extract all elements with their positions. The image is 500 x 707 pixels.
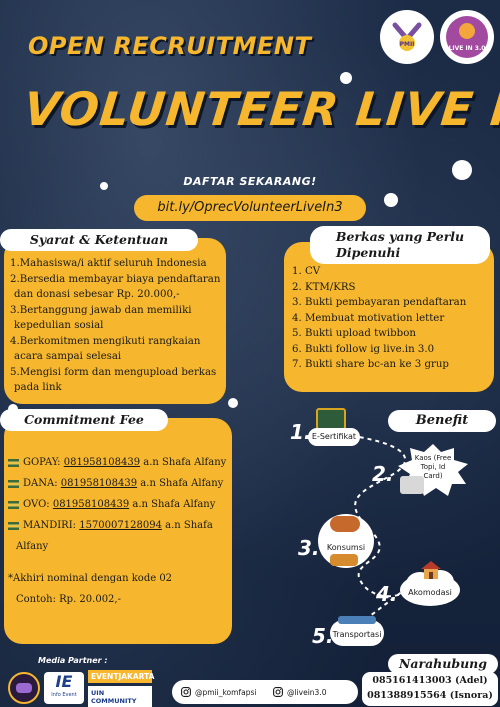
fee-gopay-label: GOPAY: <box>23 457 64 468</box>
indonesia-flag-icon <box>8 522 19 530</box>
fee-note-line2: Contoh: Rp. 20.002,- <box>16 594 121 605</box>
benefit-label: Konsumsi <box>326 543 366 552</box>
instagram-icon <box>273 687 283 697</box>
certificate-icon <box>316 408 346 430</box>
fee-mandiri-cont: Alfany <box>16 541 49 552</box>
berkas-item: 7. Bukti share bc-an ke 3 grup <box>292 359 449 370</box>
berkas-list: 1. CV 2. KTM/KRS 3. Bukti pembayaran pen… <box>292 264 490 373</box>
main-title: VOLUNTEER LIVE IN 3.0 <box>21 82 500 136</box>
media-partner-label: Media Partner : <box>38 656 108 665</box>
benefit-number: 2. <box>372 462 394 486</box>
cta-text: DAFTAR SEKARANG! <box>183 175 317 188</box>
partner-ie-sub: Info Event <box>51 692 77 698</box>
commitment-title: Commitment Fee <box>0 409 168 431</box>
berkas-item: 5. Bukti upload twibbon <box>292 328 416 339</box>
fee-dana-number[interactable]: 081958108439 <box>61 478 137 489</box>
berkas-title: Berkas yang Perlu Dipenuhi <box>310 226 490 264</box>
fee-mandiri: MANDIRI: 1570007128094 a.n Shafa <box>8 519 230 533</box>
contact-2[interactable]: 081388915564 (Isnora) <box>364 688 496 703</box>
syarat-item: kepedulian sosial <box>14 320 104 331</box>
syarat-item: pada link <box>14 382 62 393</box>
house-icon <box>421 561 441 579</box>
livein-logo-text: LIVE IN 3.0 <box>449 45 486 52</box>
partner-logo-ie: IE Info Event <box>44 672 84 704</box>
pmii-logo-text: PMII <box>400 41 415 48</box>
fee-dana-text: DANA: 081958108439 a.n Shafa Alfany <box>23 477 223 491</box>
fee-ovo-number[interactable]: 081958108439 <box>53 499 129 510</box>
tshirt-icon <box>400 476 424 494</box>
fee-gopay-text: GOPAY: 081958108439 a.n Shafa Alfany <box>23 456 226 470</box>
partner-ie-mark: IE <box>55 672 73 691</box>
syarat-item: 1.Mahasiswa/i aktif seluruh Indonesia <box>10 258 207 269</box>
partner-logo-events: EVENTJAKARTA UIN COMMUNITY <box>88 670 154 707</box>
instagram-handle-2[interactable]: @livein3.0 <box>287 688 327 697</box>
fee-ovo: OVO: 081958108439 a.n Shafa Alfany <box>8 498 230 512</box>
partner-logo-1-mark <box>16 683 32 693</box>
pmii-logo: PMII <box>380 10 434 64</box>
benefit-number: 4. <box>376 582 398 606</box>
fee-mandiri-label: MANDIRI: <box>23 520 80 531</box>
contact-list: 085161413003 (Adel) 081388915564 (Isnora… <box>364 673 496 703</box>
berkas-item: 1. CV <box>292 266 321 277</box>
benefit-label: Transportasi <box>332 630 382 639</box>
syarat-item: 3.Bertanggung jawab dan memiliki <box>10 304 192 316</box>
livein-logo: LIVE IN 3.0 <box>440 10 494 64</box>
syarat-title: Syarat & Ketentuan <box>0 229 198 251</box>
open-recruitment-heading: OPEN RECRUITMENT <box>28 32 312 60</box>
instagram-handle-1[interactable]: @pmii_komfapsi <box>195 688 256 697</box>
decor-dot <box>100 182 108 190</box>
decor-dot <box>228 398 238 408</box>
fee-mandiri-text: MANDIRI: 1570007128094 a.n Shafa <box>23 519 213 533</box>
decor-dot <box>384 193 398 207</box>
fee-note-line1: *Akhiri nominal dengan kode 02 <box>8 573 173 584</box>
fee-mandiri-name: a.n Shafa <box>161 520 213 531</box>
berkas-item: 2. KTM/KRS <box>292 281 356 293</box>
syarat-list: 1.Mahasiswa/i aktif seluruh Indonesia 2.… <box>10 256 222 396</box>
indonesia-flag-icon <box>8 459 19 467</box>
berkas-title-line1: Berkas yang Perlu <box>335 229 465 244</box>
partner-logo-1 <box>8 672 40 704</box>
syarat-item: acara sampai selesai <box>14 351 122 362</box>
fee-note: *Akhiri nominal dengan kode 02 Contoh: R… <box>8 572 230 607</box>
benefit-label: E-Sertifikat <box>311 432 357 441</box>
drink-icon <box>330 554 358 566</box>
indonesia-flag-icon <box>8 480 19 488</box>
partner-eventjakarta: EVENTJAKARTA <box>88 670 154 683</box>
fee-list: GOPAY: 081958108439 a.n Shafa Alfany DAN… <box>8 456 230 554</box>
syarat-item: 4.Berkomitmen mengikuti rangkaian <box>10 335 201 347</box>
benefit-label: Akomodasi <box>408 588 452 597</box>
fee-gopay-number[interactable]: 081958108439 <box>64 457 140 468</box>
syarat-item: 5.Mengisi form dan mengupload berkas <box>10 366 217 378</box>
indonesia-flag-icon <box>8 501 19 509</box>
berkas-item: 3. Bukti pembayaran pendaftaran <box>292 297 467 308</box>
fee-gopay-name: a.n Shafa Alfany <box>140 457 227 468</box>
decor-dot <box>452 160 472 180</box>
berkas-item: 6. Bukti follow ig live.in 3.0 <box>292 343 435 355</box>
contact-1[interactable]: 085161413003 (Adel) <box>364 673 496 688</box>
partner-uin: UIN COMMUNITY <box>88 686 152 707</box>
food-icon <box>330 516 360 532</box>
fee-mandiri-number[interactable]: 1570007128094 <box>79 520 162 531</box>
instagram-icon <box>181 687 191 697</box>
bus-icon <box>338 616 376 624</box>
fee-dana: DANA: 081958108439 a.n Shafa Alfany <box>8 477 230 491</box>
narahubung-title: Narahubung <box>388 654 498 674</box>
fee-dana-name: a.n Shafa Alfany <box>137 478 224 489</box>
berkas-item: 4. Membuat motivation letter <box>292 312 445 324</box>
syarat-item: dan donasi sebesar Rp. 20.000,- <box>14 289 180 300</box>
benefit-number: 3. <box>298 536 320 560</box>
berkas-title-line2: Dipenuhi <box>336 245 401 260</box>
fee-ovo-label: OVO: <box>23 499 53 510</box>
syarat-item: 2.Bersedia membayar biaya pendaftaran <box>10 273 221 285</box>
decor-dot <box>340 72 352 84</box>
fee-ovo-name: a.n Shafa Alfany <box>129 499 216 510</box>
fee-ovo-text: OVO: 081958108439 a.n Shafa Alfany <box>23 498 215 512</box>
registration-link[interactable]: bit.ly/OprecVolunteerLiveIn3 <box>134 195 366 221</box>
fee-gopay: GOPAY: 081958108439 a.n Shafa Alfany <box>8 456 230 470</box>
fee-dana-label: DANA: <box>23 478 61 489</box>
